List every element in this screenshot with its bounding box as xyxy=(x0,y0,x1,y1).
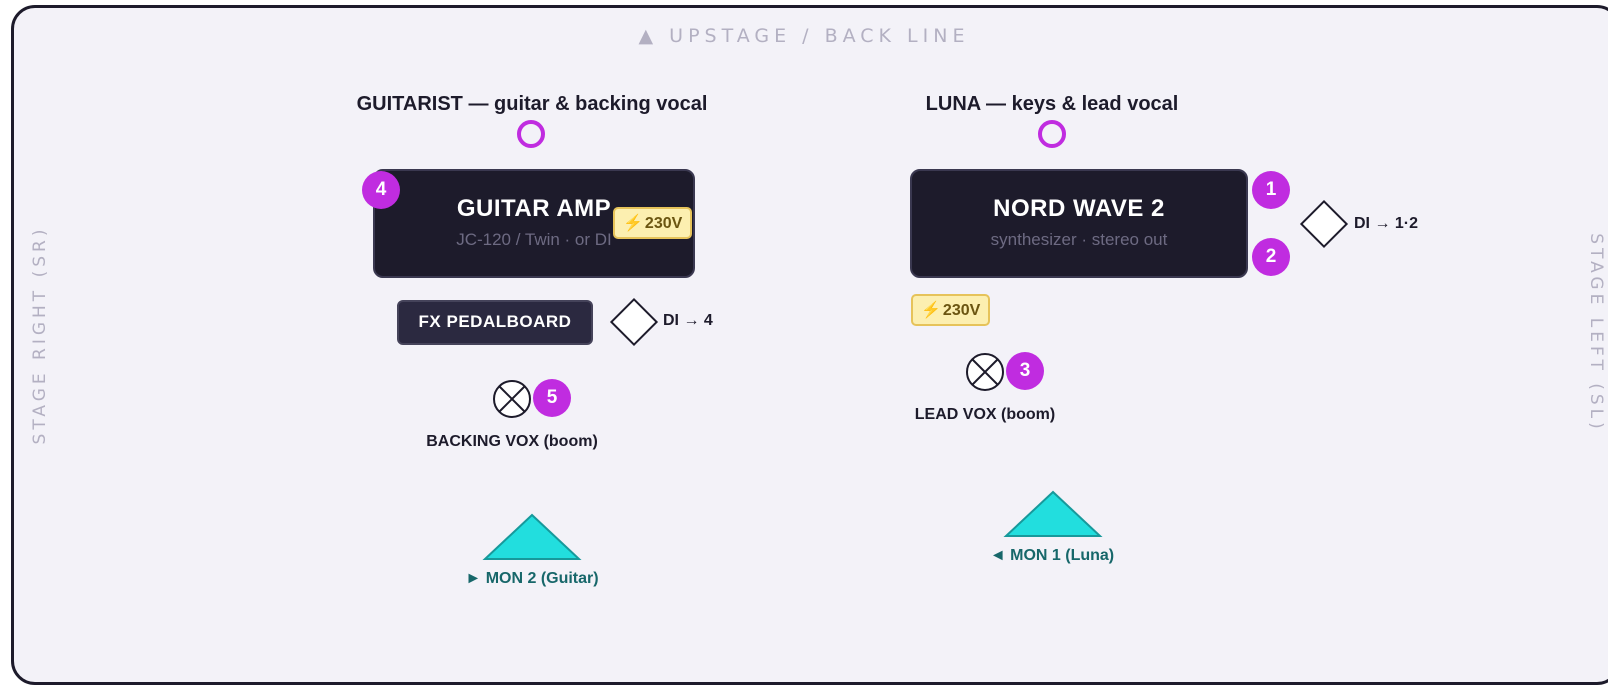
stage-plot xyxy=(11,5,1608,685)
channel-badge-4: 4 xyxy=(362,171,400,209)
guitarist-title: GUITARIST — guitar & backing vocal xyxy=(356,93,708,115)
lightning-bolt-icon: ⚡ xyxy=(921,302,941,319)
nord-wave-2-keys: NORD WAVE 2 synthesizer · stereo out xyxy=(910,169,1248,278)
channel-badge-3: 3 xyxy=(1006,352,1044,390)
di-box-diamond-icon xyxy=(609,297,659,347)
keys-power-badge: ⚡ 230V xyxy=(911,294,991,326)
luna-position-icon xyxy=(1038,120,1066,148)
keys-subtitle: synthesizer · stereo out xyxy=(990,230,1168,249)
stage-left-label: STAGE LEFT (SL) xyxy=(1586,233,1606,433)
wedge-monitor-triangle-icon xyxy=(482,513,582,560)
pedalboard-di-label: DI → 4 xyxy=(663,312,713,329)
luna-title: LUNA — keys & lead vocal xyxy=(925,93,1179,115)
lightning-bolt-icon: ⚡ xyxy=(623,215,643,232)
fx-pedalboard: FX PEDALBOARD xyxy=(397,300,593,345)
monitor-1-label: ◄ MON 1 (Luna) xyxy=(989,547,1115,564)
keys-title: NORD WAVE 2 xyxy=(993,195,1165,222)
monitor-2-label: ► MON 2 (Guitar) xyxy=(465,570,599,587)
channel-badge-1: 1 xyxy=(1252,171,1290,209)
upstage-label: ▲ UPSTAGE / BACK LINE xyxy=(638,25,970,47)
channel-badge-2: 2 xyxy=(1252,238,1290,276)
wedge-monitor-triangle-icon xyxy=(1003,490,1103,537)
guitar-amp-power-badge: ⚡ 230V xyxy=(613,207,693,239)
microphone-cross-icon xyxy=(493,380,531,418)
stage-right-label: STAGE RIGHT (SR) xyxy=(30,225,50,445)
channel-badge-5: 5 xyxy=(533,379,571,417)
keys-di-label: DI → 1·2 xyxy=(1354,215,1419,232)
di-box-diamond-icon xyxy=(1299,199,1349,249)
guitar-amp-power-label: 230V xyxy=(644,215,683,232)
lead-vox-label: LEAD VOX (boom) xyxy=(914,406,1056,423)
backing-vox-label: BACKING VOX (boom) xyxy=(426,433,598,450)
microphone-cross-icon xyxy=(966,353,1004,391)
guitarist-position-icon xyxy=(517,120,545,148)
keys-power-label: 230V xyxy=(942,302,981,319)
